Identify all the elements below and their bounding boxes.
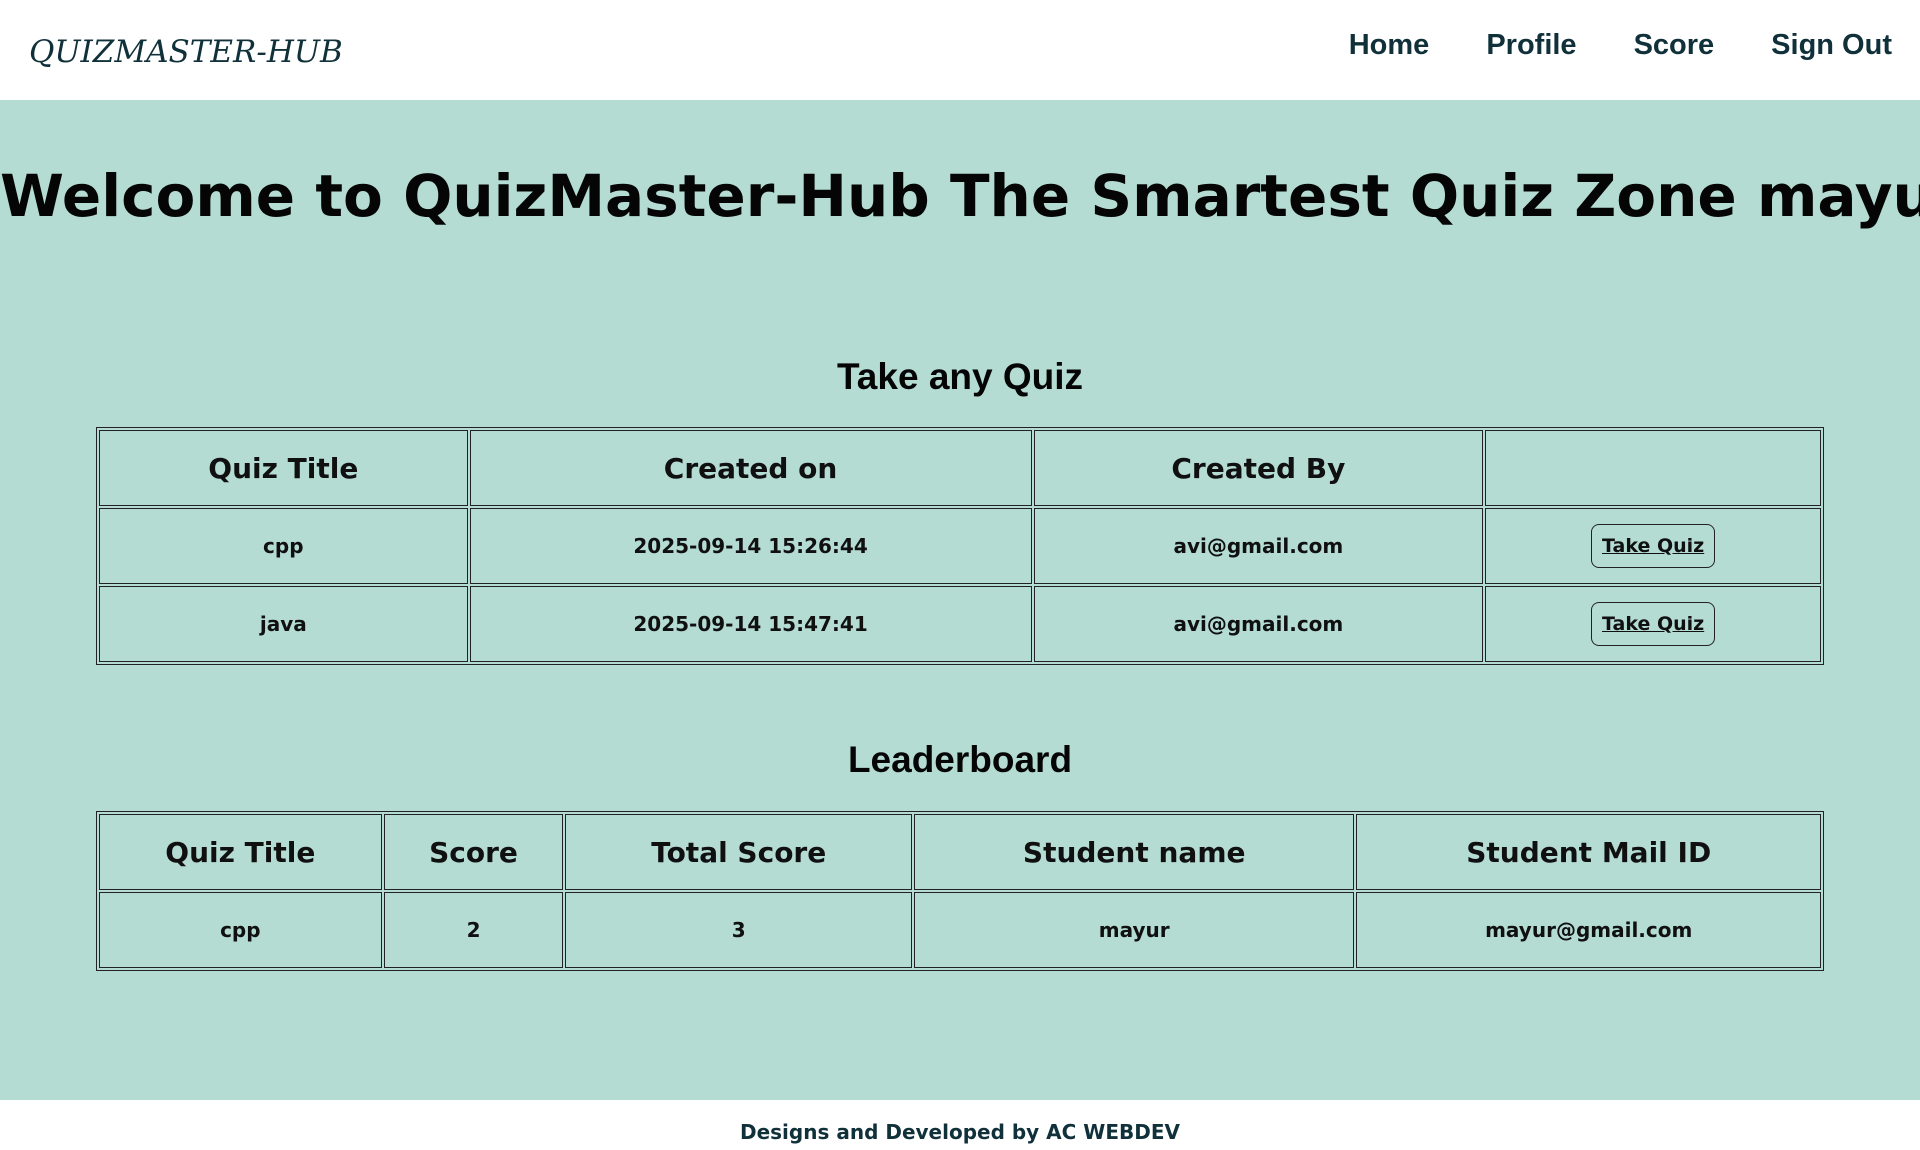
- cell-action: Take Quiz: [1485, 586, 1821, 662]
- welcome-heading: Welcome to QuizMaster-Hub The Smartest Q…: [0, 162, 1920, 230]
- cell-created-on: 2025-09-14 15:26:44: [469, 508, 1032, 584]
- quiz-table: Quiz Title Created on Created By cpp 202…: [96, 427, 1824, 665]
- cell-action: Take Quiz: [1485, 508, 1821, 584]
- take-quiz-button[interactable]: Take Quiz: [1591, 602, 1716, 646]
- footer-credit: Designs and Developed by AC WEBDEV: [739, 1120, 1181, 1144]
- column-header-created-by: Created By: [1033, 430, 1484, 506]
- cell-quiz-title: java: [99, 586, 468, 662]
- footer: Designs and Developed by AC WEBDEV: [0, 1100, 1920, 1150]
- main-content: Welcome to QuizMaster-Hub The Smartest Q…: [0, 100, 1920, 1100]
- cell-score: 2: [383, 892, 564, 968]
- nav-link-sign-out[interactable]: Sign Out: [1771, 29, 1892, 62]
- table-row: cpp 2 3 mayur mayur@gmail.com: [99, 892, 1821, 968]
- column-header-action: [1485, 430, 1821, 506]
- cell-quiz-title: cpp: [99, 508, 468, 584]
- column-header-student-mail: Student Mail ID: [1356, 814, 1821, 890]
- navbar: QUIZMASTER-HUB Home Profile Score Sign O…: [0, 0, 1920, 100]
- leaderboard-table: Quiz Title Score Total Score Student nam…: [96, 811, 1824, 971]
- cell-created-by: avi@gmail.com: [1033, 586, 1484, 662]
- brand-logo[interactable]: QUIZMASTER-HUB: [29, 34, 343, 70]
- nav-links: Home Profile Score Sign Out: [1349, 29, 1892, 62]
- take-quiz-button[interactable]: Take Quiz: [1591, 524, 1716, 568]
- table-row: cpp 2025-09-14 15:26:44 avi@gmail.com Ta…: [99, 508, 1821, 584]
- column-header-created-on: Created on: [469, 430, 1032, 506]
- cell-created-on: 2025-09-14 15:47:41: [469, 586, 1032, 662]
- quiz-section-title: Take any Quiz: [836, 356, 1084, 397]
- cell-student-mail: mayur@gmail.com: [1356, 892, 1821, 968]
- table-header-row: Quiz Title Created on Created By: [99, 430, 1821, 506]
- column-header-quiz-title: Quiz Title: [99, 430, 468, 506]
- cell-created-by: avi@gmail.com: [1033, 508, 1484, 584]
- leaderboard-title: Leaderboard: [847, 739, 1073, 780]
- column-header-student-name: Student name: [913, 814, 1355, 890]
- nav-link-score[interactable]: Score: [1634, 29, 1715, 62]
- column-header-total-score: Total Score: [565, 814, 912, 890]
- cell-quiz-title: cpp: [99, 892, 382, 968]
- nav-link-profile[interactable]: Profile: [1486, 29, 1576, 62]
- cell-student-name: mayur: [913, 892, 1355, 968]
- nav-link-home[interactable]: Home: [1349, 29, 1430, 62]
- column-header-score: Score: [383, 814, 564, 890]
- cell-total-score: 3: [565, 892, 912, 968]
- table-row: java 2025-09-14 15:47:41 avi@gmail.com T…: [99, 586, 1821, 662]
- table-header-row: Quiz Title Score Total Score Student nam…: [99, 814, 1821, 890]
- column-header-quiz-title: Quiz Title: [99, 814, 382, 890]
